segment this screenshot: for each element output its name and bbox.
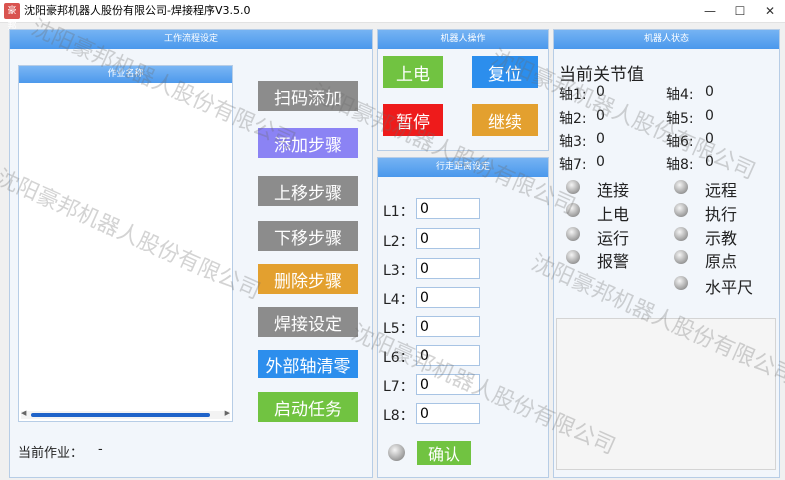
power-status-label: 上电 [597, 205, 630, 224]
window-title: 沈阳豪邦机器人股份有限公司-焊接程序V3.5.0 [24, 4, 251, 17]
remote-led-icon [674, 180, 688, 194]
confirm-status-led-icon [388, 444, 405, 461]
l8-label: L8： [383, 408, 414, 424]
pause-button[interactable]: 暂停 [383, 104, 443, 136]
axis3-value: 0 [596, 131, 605, 147]
add-step-button[interactable]: 添加步骤 [258, 128, 358, 158]
robot-status-panel-title: 机器人状态 [554, 30, 779, 49]
l5-input[interactable]: 0 [416, 316, 480, 337]
axis4-value: 0 [705, 84, 714, 100]
job-list-header: 作业名称 [19, 66, 232, 83]
axis1-label: 轴1: [559, 87, 587, 103]
l3-label: L3： [383, 263, 414, 279]
running-status-label: 运行 [597, 229, 630, 248]
axis4-label: 轴4: [666, 87, 694, 103]
move-up-button[interactable]: 上移步骤 [258, 176, 358, 206]
current-job-value: - [98, 442, 103, 457]
axis7-value: 0 [596, 154, 605, 170]
l8-input[interactable]: 0 [416, 403, 480, 424]
origin-led-icon [674, 250, 688, 264]
l7-label: L7： [383, 379, 414, 395]
confirm-button[interactable]: 确认 [417, 441, 471, 465]
scroll-left-arrow-icon[interactable]: ◀ [21, 409, 26, 417]
execute-status-label: 执行 [705, 205, 738, 224]
power-led-icon [566, 203, 580, 217]
power-on-button[interactable]: 上电 [383, 56, 443, 88]
axis2-value: 0 [596, 108, 605, 124]
scroll-right-arrow-icon[interactable]: ▶ [225, 409, 230, 417]
external-axis-zero-button[interactable]: 外部轴清零 [258, 350, 358, 378]
l6-input[interactable]: 0 [416, 345, 480, 366]
l4-label: L4： [383, 292, 414, 308]
title-bar: 豪邦 沈阳豪邦机器人股份有限公司-焊接程序V3.5.0 — ☐ ✕ [0, 0, 785, 32]
l2-label: L2： [383, 234, 414, 250]
level-status-label: 水平尺 [705, 278, 754, 297]
l3-input[interactable]: 0 [416, 258, 480, 279]
axis6-value: 0 [705, 131, 714, 147]
robot-ops-panel-title: 机器人操作 [378, 30, 548, 49]
l7-input[interactable]: 0 [416, 374, 480, 395]
close-button[interactable]: ✕ [755, 0, 785, 22]
l2-input[interactable]: 0 [416, 228, 480, 249]
axis5-label: 轴5: [666, 111, 694, 127]
axis7-label: 轴7: [559, 157, 587, 173]
resume-button[interactable]: 继续 [472, 104, 538, 136]
level-led-icon [674, 276, 688, 290]
workflow-panel-title: 工作流程设定 [10, 30, 372, 49]
maximize-button[interactable]: ☐ [725, 0, 755, 22]
minimize-button[interactable]: — [695, 0, 725, 22]
current-job-label: 当前作业： [18, 446, 84, 461]
l5-label: L5： [383, 321, 414, 337]
delete-step-button[interactable]: 删除步骤 [258, 264, 358, 294]
axis8-label: 轴8: [666, 157, 694, 173]
joint-values-title: 当前关节值 [559, 65, 644, 85]
move-down-button[interactable]: 下移步骤 [258, 221, 358, 251]
l4-input[interactable]: 0 [416, 287, 480, 308]
teach-led-icon [674, 227, 688, 241]
teach-status-label: 示教 [705, 229, 738, 248]
scan-add-button[interactable]: 扫码添加 [258, 81, 358, 111]
scroll-thumb[interactable] [31, 413, 210, 417]
axis2-label: 轴2: [559, 111, 587, 127]
l1-input[interactable]: 0 [416, 198, 480, 219]
reset-button[interactable]: 复位 [472, 56, 538, 88]
running-led-icon [566, 227, 580, 241]
job-list[interactable]: 作业名称 ◀ ▶ [18, 65, 233, 422]
axis8-value: 0 [705, 154, 714, 170]
job-list-scrollbar[interactable]: ◀ ▶ [21, 409, 230, 419]
origin-status-label: 原点 [705, 252, 738, 271]
axis1-value: 0 [596, 84, 605, 100]
axis6-label: 轴6: [666, 134, 694, 150]
axis3-label: 轴3: [559, 134, 587, 150]
app-logo-icon: 豪邦 [4, 3, 20, 32]
weld-settings-button[interactable]: 焊接设定 [258, 307, 358, 337]
remote-status-label: 远程 [705, 181, 738, 200]
l1-label: L1： [383, 204, 414, 220]
start-task-button[interactable]: 启动任务 [258, 392, 358, 422]
execute-led-icon [674, 203, 688, 217]
connect-led-icon [566, 180, 580, 194]
status-message-box[interactable] [556, 318, 776, 470]
axis5-value: 0 [705, 108, 714, 124]
alarm-led-icon [566, 250, 580, 264]
connect-status-label: 连接 [597, 181, 630, 200]
alarm-status-label: 报警 [597, 252, 630, 271]
travel-distance-panel-title: 行走距离设定 [378, 158, 548, 177]
l6-label: L6： [383, 350, 414, 366]
